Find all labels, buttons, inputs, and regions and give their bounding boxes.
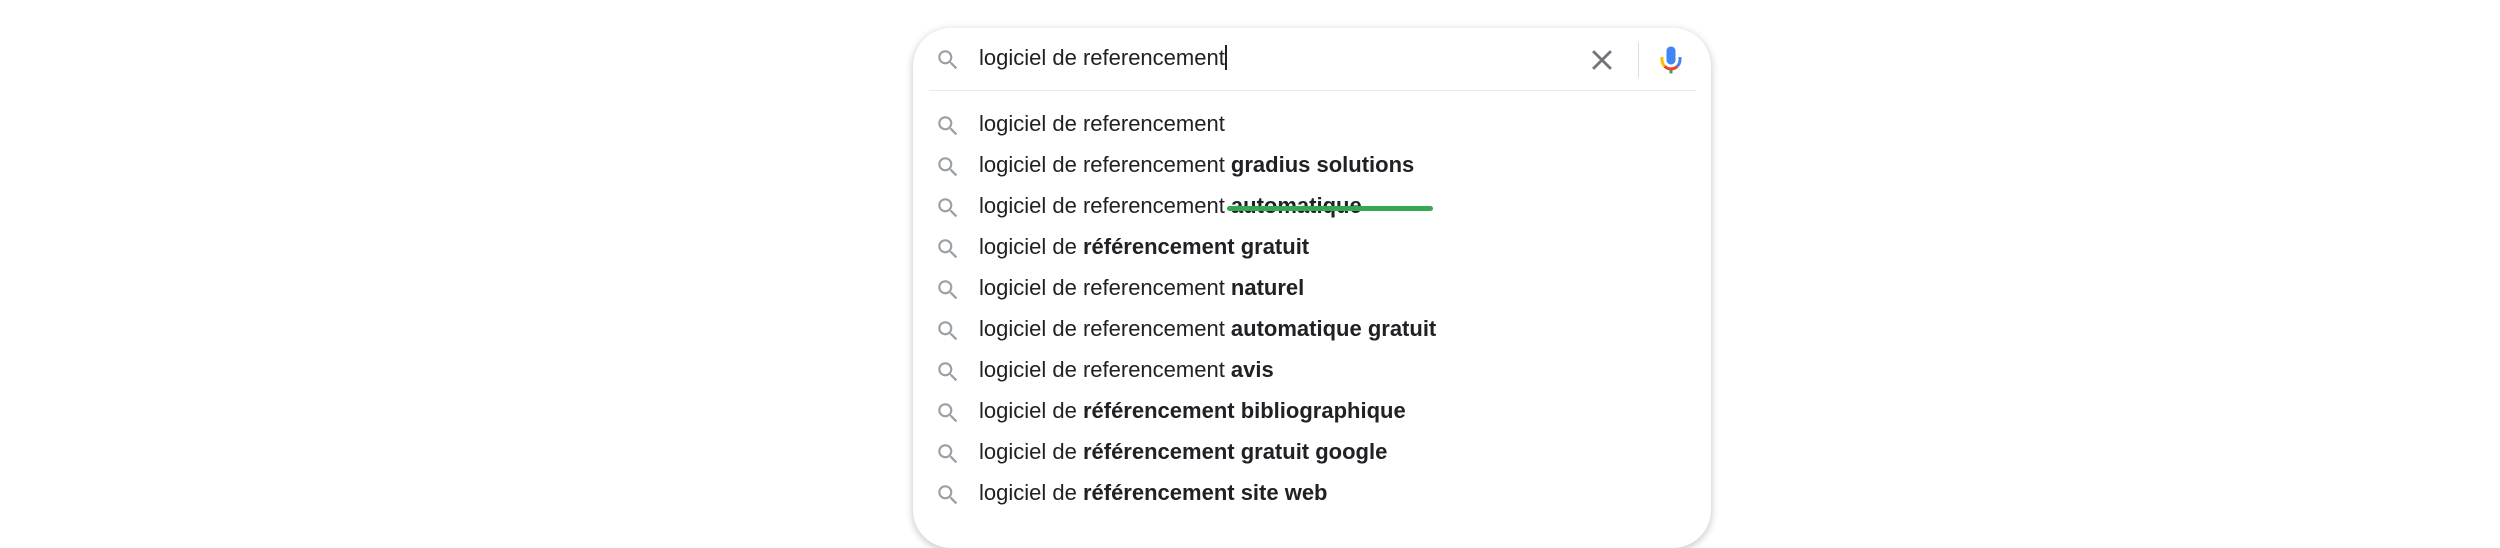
suggestion-prefix: logiciel de referencement xyxy=(979,152,1231,177)
suggestion-completion: référencement gratuit google xyxy=(1082,439,1388,464)
suggestion-text: logiciel de referencement automatique gr… xyxy=(979,315,1436,343)
suggestion-prefix: logiciel de xyxy=(979,480,1083,505)
suggestion-item[interactable]: logiciel de référencement bibliographiqu… xyxy=(913,390,1711,431)
highlight-underline xyxy=(1227,206,1433,211)
search-input-value: logiciel de referencement xyxy=(979,45,1225,70)
divider xyxy=(1638,42,1639,78)
suggestion-prefix: logiciel de referencement xyxy=(979,193,1231,218)
suggestions-divider xyxy=(929,90,1696,91)
suggestion-prefix: logiciel de xyxy=(979,439,1083,464)
suggestion-text: logiciel de référencement bibliographiqu… xyxy=(979,397,1406,425)
suggestion-prefix: logiciel de referencement xyxy=(979,357,1231,382)
suggestion-item[interactable]: logiciel de référencement gratuit xyxy=(913,226,1711,267)
suggestion-prefix: logiciel de referencement xyxy=(979,111,1225,136)
search-icon xyxy=(938,157,958,177)
suggestion-completion: gradius solutions xyxy=(1230,152,1415,177)
search-icon xyxy=(938,485,958,505)
suggestion-completion: avis xyxy=(1230,357,1274,382)
suggestion-prefix: logiciel de xyxy=(979,234,1083,259)
microphone-icon[interactable] xyxy=(1653,42,1689,78)
search-icon xyxy=(938,403,958,423)
search-input[interactable]: logiciel de referencement xyxy=(979,44,1227,72)
suggestion-prefix: logiciel de xyxy=(979,398,1083,423)
suggestion-completion: référencement site web xyxy=(1082,480,1328,505)
suggestion-item[interactable]: logiciel de référencement gratuit google xyxy=(913,431,1711,472)
suggestion-text: logiciel de référencement gratuit google xyxy=(979,438,1387,466)
suggestion-prefix: logiciel de referencement xyxy=(979,316,1231,341)
search-icon xyxy=(938,116,958,136)
suggestion-completion: naturel xyxy=(1230,275,1305,300)
suggestion-text: logiciel de referencement naturel xyxy=(979,274,1304,302)
suggestions-list: logiciel de referencement logiciel de re… xyxy=(913,103,1711,513)
close-icon[interactable] xyxy=(1585,43,1619,77)
suggestion-text: logiciel de référencement gratuit xyxy=(979,233,1309,261)
suggestion-text: logiciel de référencement site web xyxy=(979,479,1328,507)
suggestion-item[interactable]: logiciel de référencement site web xyxy=(913,472,1711,513)
suggestion-text: logiciel de referencement xyxy=(979,110,1225,138)
suggestion-text: logiciel de referencement gradius soluti… xyxy=(979,151,1414,179)
suggestion-completion: référencement bibliographique xyxy=(1082,398,1406,423)
suggestion-completion: référencement gratuit xyxy=(1082,234,1310,259)
search-bar[interactable]: logiciel de referencement xyxy=(913,28,1711,90)
suggestion-completion: automatique gratuit xyxy=(1230,316,1437,341)
search-icon xyxy=(938,198,958,218)
search-autocomplete-box: logiciel de referencement logiciel de re… xyxy=(913,28,1711,548)
suggestion-prefix: logiciel de referencement xyxy=(979,275,1231,300)
search-icon xyxy=(938,321,958,341)
suggestion-item[interactable]: logiciel de referencement xyxy=(913,103,1711,144)
search-icon xyxy=(938,280,958,300)
suggestion-item[interactable]: logiciel de referencement avis xyxy=(913,349,1711,390)
search-icon xyxy=(938,239,958,259)
suggestion-item[interactable]: logiciel de referencement naturel xyxy=(913,267,1711,308)
search-icon xyxy=(938,444,958,464)
suggestion-item[interactable]: logiciel de referencement automatique gr… xyxy=(913,308,1711,349)
text-caret xyxy=(1224,45,1227,70)
suggestion-item[interactable]: logiciel de referencement gradius soluti… xyxy=(913,144,1711,185)
suggestion-text: logiciel de referencement avis xyxy=(979,356,1274,384)
search-icon xyxy=(938,50,958,70)
search-icon xyxy=(938,362,958,382)
